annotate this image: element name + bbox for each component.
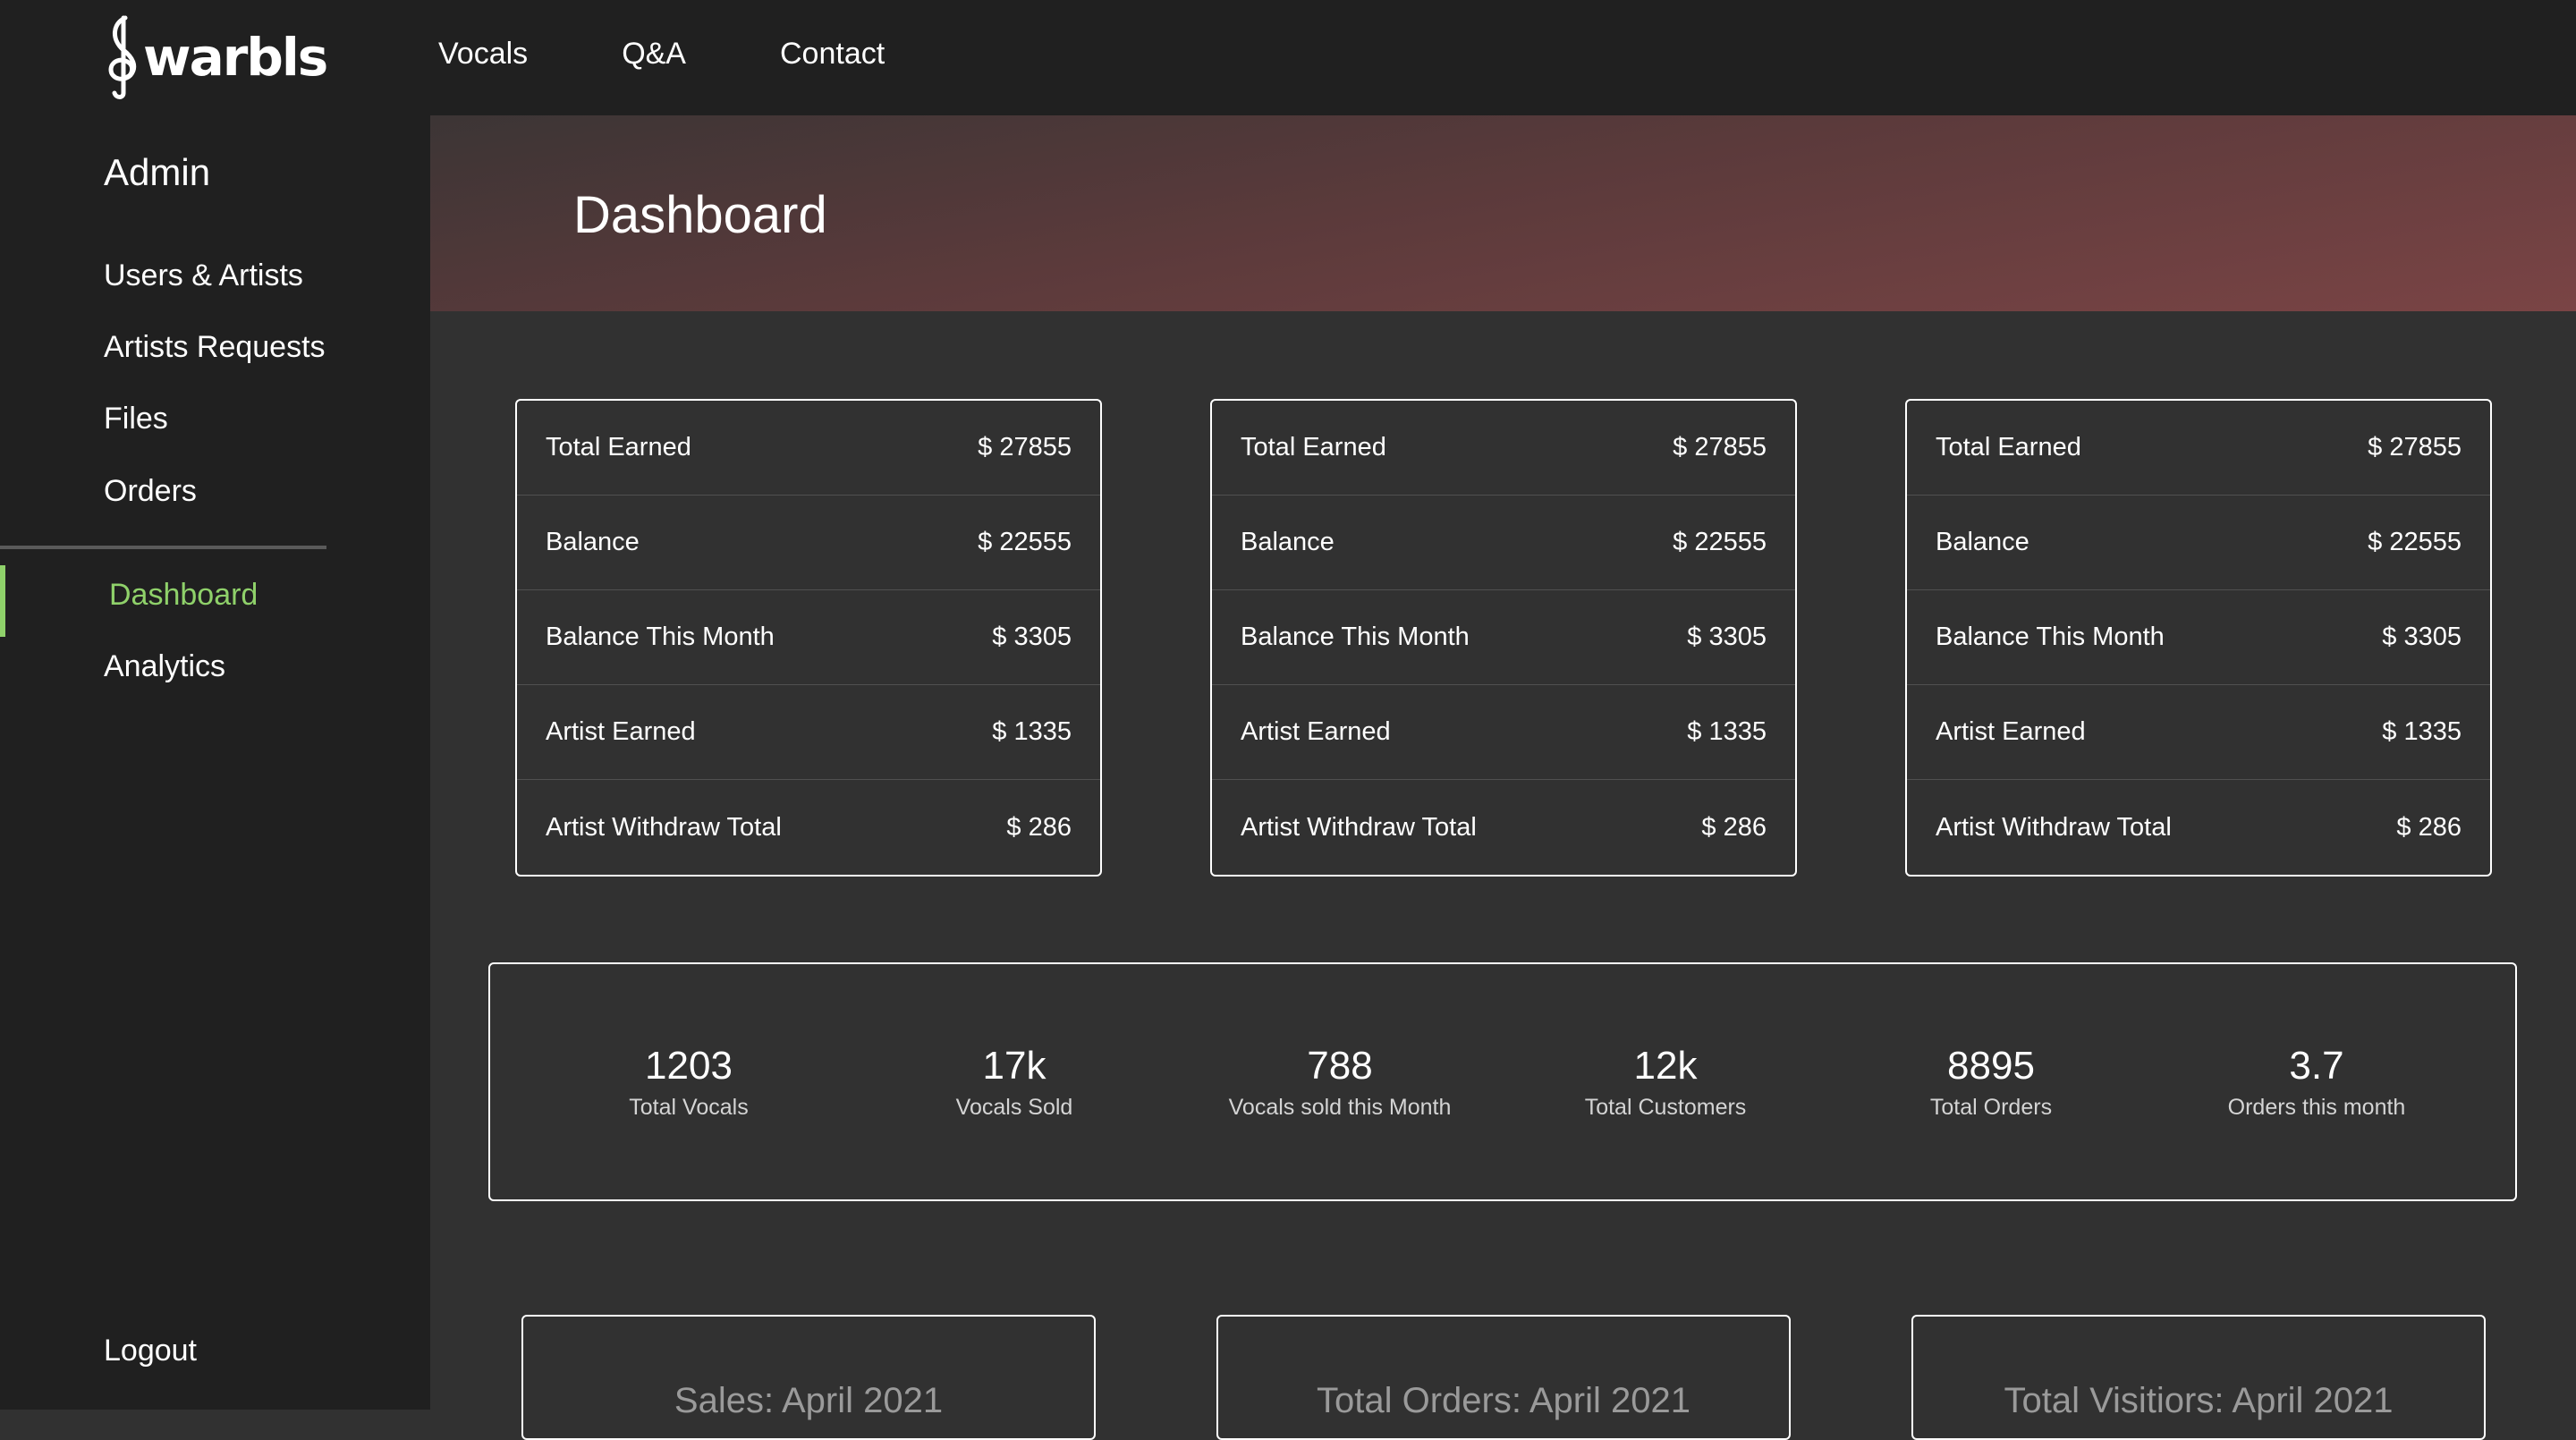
- row-value: $ 3305: [1687, 623, 1767, 651]
- nav-vocals[interactable]: Vocals: [438, 37, 528, 72]
- sales-report-card: Sales: April 2021: [521, 1315, 1096, 1440]
- metric-value: 17k: [982, 1043, 1046, 1088]
- logout-button[interactable]: Logout: [104, 1334, 197, 1368]
- metric-label: Total Vocals: [629, 1095, 749, 1121]
- row-value: $ 27855: [978, 433, 1072, 462]
- sidebar-divider: [0, 546, 326, 549]
- report-title: Total Visitiors: April 2021: [2004, 1381, 2394, 1420]
- metric-vocals-sold: 17k Vocals Sold: [880, 1043, 1148, 1122]
- row-label: Balance: [1241, 528, 1335, 556]
- row-label: Artist Withdraw Total: [546, 812, 782, 842]
- row-value: $ 3305: [992, 623, 1072, 651]
- row-value: $ 22555: [978, 528, 1072, 556]
- row-label: Total Earned: [1936, 433, 2081, 462]
- row-value: $ 286: [1701, 812, 1767, 842]
- table-row: Total Earned $ 27855: [1212, 401, 1795, 496]
- row-label: Balance This Month: [1241, 623, 1470, 651]
- row-label: Balance: [1936, 528, 2029, 556]
- metric-value: 12k: [1633, 1043, 1698, 1088]
- sidebar-item-files[interactable]: Files: [104, 402, 168, 436]
- row-value: $ 27855: [1673, 433, 1767, 462]
- sidebar-item-orders[interactable]: Orders: [104, 474, 197, 509]
- row-label: Artist Earned: [1936, 717, 2086, 746]
- table-row: Balance This Month $ 3305: [517, 590, 1100, 685]
- row-label: Total Earned: [1241, 433, 1386, 462]
- table-row: Total Earned $ 27855: [1907, 401, 2490, 496]
- top-bar: warbls Vocals Q&A Contact: [0, 0, 2576, 115]
- metric-total-orders: 8895 Total Orders: [1857, 1043, 2125, 1122]
- sidebar-title: Admin: [104, 151, 211, 193]
- page-title: Dashboard: [573, 186, 827, 244]
- metric-label: Total Orders: [1929, 1095, 2053, 1121]
- nav-qa[interactable]: Q&A: [622, 37, 686, 72]
- metric-total-vocals: 1203 Total Vocals: [555, 1043, 823, 1122]
- metric-total-customers: 12k Total Customers: [1531, 1043, 1800, 1122]
- row-label: Total Earned: [546, 433, 691, 462]
- sidebar-item-users-artists[interactable]: Users & Artists: [104, 258, 303, 293]
- row-label: Artist Withdraw Total: [1936, 812, 2172, 842]
- row-value: $ 1335: [2382, 717, 2462, 746]
- row-value: $ 27855: [2368, 433, 2462, 462]
- table-row: Artist Withdraw Total $ 286: [1212, 780, 1795, 875]
- row-value: $ 286: [2396, 812, 2462, 842]
- visitors-report-card: Total Visitiors: April 2021: [1911, 1315, 2486, 1440]
- metric-value: 788: [1307, 1043, 1373, 1088]
- earnings-table-2: Total Earned $ 27855 Balance $ 22555 Balan…: [1210, 399, 1797, 877]
- metric-label: Vocals Sold: [955, 1095, 1073, 1121]
- sidebar-item-analytics[interactable]: Analytics: [104, 649, 225, 684]
- sidebar-item-artists-requests[interactable]: Artists Requests: [104, 330, 326, 365]
- row-label: Artist Earned: [546, 717, 696, 746]
- top-nav: Vocals Q&A Contact: [438, 0, 979, 107]
- table-row: Balance This Month $ 3305: [1212, 590, 1795, 685]
- logo-text: warbls: [143, 27, 328, 88]
- active-indicator: [0, 565, 5, 637]
- nav-contact[interactable]: Contact: [780, 37, 885, 72]
- metric-label: Orders this month: [2227, 1095, 2406, 1121]
- table-row: Balance $ 22555: [1212, 496, 1795, 590]
- row-value: $ 286: [1006, 812, 1072, 842]
- metric-value: 3.7: [2289, 1043, 2344, 1088]
- sidebar: Admin Users & Artists Artists Requests F…: [0, 115, 430, 1410]
- row-value: $ 1335: [1687, 717, 1767, 746]
- row-value: $ 3305: [2382, 623, 2462, 651]
- row-label: Balance This Month: [546, 623, 775, 651]
- row-label: Artist Withdraw Total: [1241, 812, 1477, 842]
- orders-report-card: Total Orders: April 2021: [1216, 1315, 1791, 1440]
- metric-label: Vocals sold this Month: [1228, 1095, 1452, 1121]
- table-row: Balance This Month $ 3305: [1907, 590, 2490, 685]
- table-row: Artist Withdraw Total $ 286: [517, 780, 1100, 875]
- row-label: Balance: [546, 528, 640, 556]
- row-label: Balance This Month: [1936, 623, 2165, 651]
- metric-value: 1203: [645, 1043, 733, 1088]
- metric-orders-month: 3.7 Orders this month: [2182, 1043, 2451, 1122]
- table-row: Artist Earned $ 1335: [517, 685, 1100, 780]
- metric-value: 8895: [1947, 1043, 2035, 1088]
- row-value: $ 1335: [992, 717, 1072, 746]
- table-row: Balance $ 22555: [1907, 496, 2490, 590]
- earnings-table-1: Total Earned $ 27855 Balance $ 22555 Balan…: [515, 399, 1102, 877]
- sidebar-item-dashboard[interactable]: Dashboard: [109, 578, 258, 613]
- table-row: Artist Earned $ 1335: [1212, 685, 1795, 780]
- row-value: $ 22555: [2368, 528, 2462, 556]
- table-row: Balance $ 22555: [517, 496, 1100, 590]
- page-header-banner: Dashboard: [430, 115, 2576, 311]
- report-title: Sales: April 2021: [674, 1381, 944, 1420]
- treble-clef-icon: [108, 15, 137, 99]
- report-title: Total Orders: April 2021: [1317, 1381, 1690, 1420]
- table-row: Artist Earned $ 1335: [1907, 685, 2490, 780]
- metric-vocals-sold-month: 788 Vocals sold this Month: [1206, 1043, 1474, 1122]
- earnings-table-3: Total Earned $ 27855 Balance $ 22555 Balan…: [1905, 399, 2492, 877]
- table-row: Artist Withdraw Total $ 286: [1907, 780, 2490, 875]
- row-label: Artist Earned: [1241, 717, 1391, 746]
- logo[interactable]: warbls: [102, 14, 328, 100]
- metrics-panel: 1203 Total Vocals 17k Vocals Sold 788 Vo…: [488, 962, 2517, 1201]
- metric-label: Total Customers: [1584, 1095, 1747, 1121]
- table-row: Total Earned $ 27855: [517, 401, 1100, 496]
- row-value: $ 22555: [1673, 528, 1767, 556]
